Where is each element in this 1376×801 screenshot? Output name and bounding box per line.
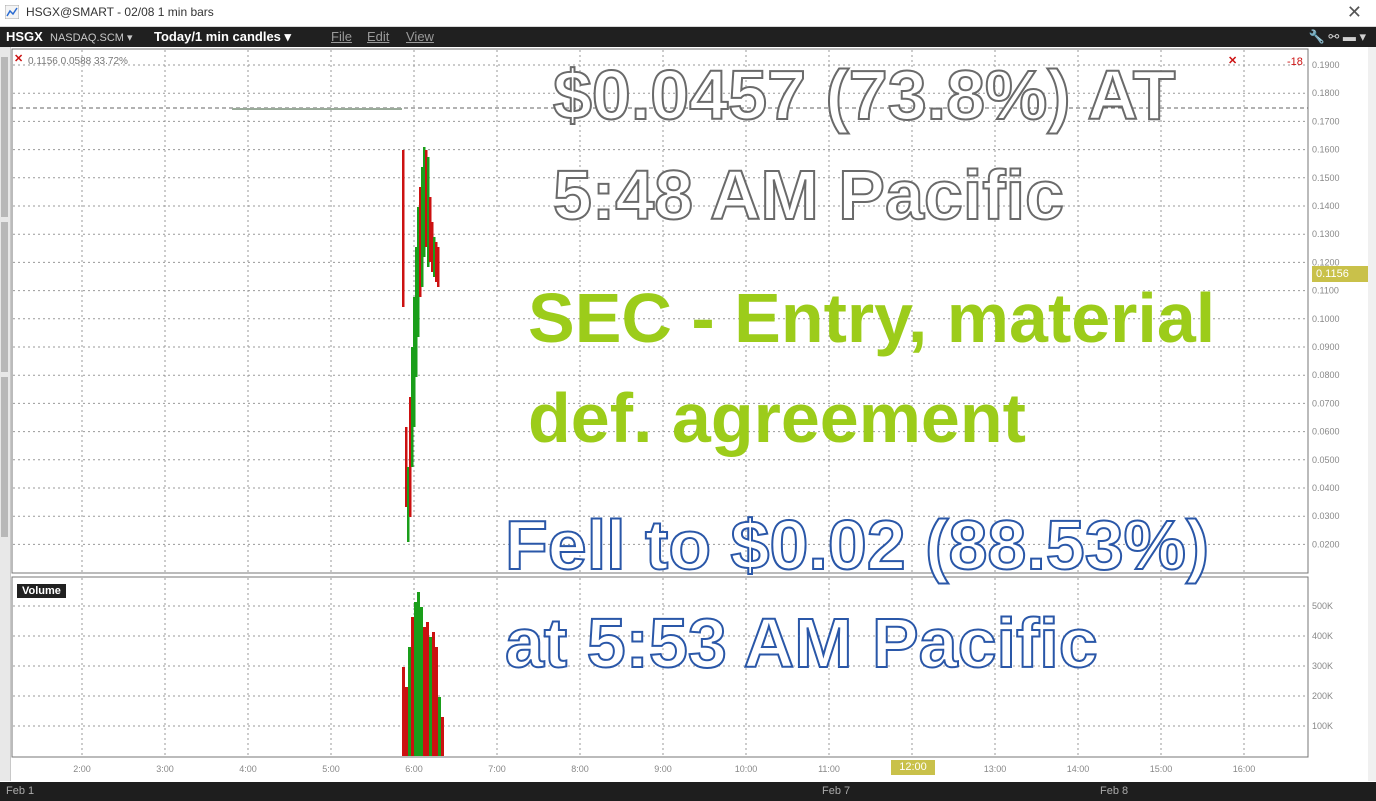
volume-bar	[408, 647, 411, 756]
price-axis: 0.1900 0.1800 0.1700 0.1600 0.1500 0.1400 0.13…	[1312, 60, 1340, 549]
time-tick-label: 2:00	[73, 764, 91, 774]
menu-view[interactable]: View	[406, 29, 434, 44]
price-tick-label: 0.1500	[1312, 173, 1340, 183]
time-tick-label: 5:00	[322, 764, 340, 774]
menu-file[interactable]: File	[331, 29, 352, 44]
left-strip-segment	[1, 222, 8, 372]
chart-toolbar: HSGX NASDAQ.SCM ▾ Today/1 min candles ▾ …	[0, 27, 1376, 47]
volume-panel-label: Volume	[17, 584, 66, 598]
price-tick-label: 0.0700	[1312, 398, 1340, 408]
time-tick-label: 16:00	[1233, 764, 1256, 774]
overlay-line-5: Fell to $0.02 (88.53%)	[504, 506, 1210, 584]
window-titlebar: HSGX@SMART - 02/08 1 min bars ✕	[0, 0, 1376, 27]
time-tick-label: 13:00	[984, 764, 1007, 774]
menu-edit[interactable]: Edit	[367, 29, 389, 44]
panel-close-icon-right[interactable]: ✕	[1228, 54, 1237, 67]
overlay-line-4: def. agreement	[528, 379, 1026, 457]
time-tick-label: 15:00	[1150, 764, 1173, 774]
time-tick-label: 10:00	[735, 764, 758, 774]
price-tick-label: 0.1100	[1312, 286, 1339, 296]
price-tick-label: 0.1300	[1312, 229, 1340, 239]
window-title: HSGX@SMART - 02/08 1 min bars	[26, 5, 214, 19]
nav-label-right: Feb 8	[1100, 785, 1129, 797]
volume-tick-label: 200K	[1312, 691, 1333, 701]
overlay-line-1: $0.0457 (73.8%) AT	[552, 56, 1177, 134]
time-axis: 2:00 3:00 4:00 5:00 6:00 7:00 8:00 9:00 10:00 11:…	[73, 764, 1255, 774]
chart-app-icon	[5, 5, 19, 19]
volume-bar	[417, 592, 420, 756]
candle	[437, 247, 440, 287]
time-tick-label: 6:00	[405, 764, 423, 774]
volume-bar	[429, 637, 432, 756]
overlay-line-6: at 5:53 AM Pacific	[504, 604, 1099, 682]
volume-tick-label: 500K	[1312, 601, 1333, 611]
left-strip-segment	[1, 377, 8, 537]
volume-tick-label: 400K	[1312, 631, 1333, 641]
volume-bar	[405, 687, 408, 756]
price-tick-label: 0.1600	[1312, 145, 1340, 155]
volume-bar	[423, 627, 426, 756]
candle	[402, 150, 405, 307]
time-tick-label: 9:00	[654, 764, 672, 774]
chart-info-line: 0.1156 0.0588 33.72%	[28, 56, 128, 67]
volume-bar	[435, 647, 438, 756]
price-tick-label: 0.0300	[1312, 511, 1340, 521]
volume-bar	[438, 697, 441, 756]
price-tick-label: 0.1400	[1312, 201, 1340, 211]
volume-tick-label: 100K	[1312, 721, 1333, 731]
symbol-label[interactable]: HSGX	[6, 29, 43, 44]
overlay-line-3: SEC - Entry, material	[528, 279, 1216, 357]
price-tick-label: 0.0400	[1312, 483, 1340, 493]
volume-bar	[432, 632, 435, 756]
time-tick-label: 3:00	[156, 764, 174, 774]
price-tick-label: 0.1800	[1312, 88, 1340, 98]
nav-label-mid: Feb 7	[822, 785, 851, 797]
period-dropdown[interactable]: Today/1 min candles ▾	[154, 29, 291, 45]
volume-bar	[420, 607, 423, 756]
toolbar-tools-icons[interactable]: 🔧 ⚯ ▬ ▾	[1309, 29, 1366, 45]
price-tick-label: 0.1000	[1312, 314, 1340, 324]
top-right-marker: -18	[1287, 56, 1303, 68]
price-tick-label: 0.1900	[1312, 60, 1340, 70]
bottom-time-navigator[interactable]: Feb 1 Feb 7 Feb 8	[0, 782, 1376, 801]
volume-bar	[402, 667, 405, 756]
price-tick-label: 0.0600	[1312, 427, 1340, 437]
time-tick-label: 4:00	[239, 764, 257, 774]
volume-axis: 500K 400K 300K 200K 100K	[1312, 601, 1333, 731]
volume-bar	[414, 602, 417, 756]
close-icon[interactable]: ✕	[1347, 2, 1362, 23]
volume-tick-label: 300K	[1312, 661, 1333, 671]
time-tick-label: 8:00	[571, 764, 589, 774]
right-scroll-strip[interactable]	[1368, 47, 1376, 781]
price-tick-label: 0.0200	[1312, 539, 1340, 549]
time-tick-label: 14:00	[1067, 764, 1090, 774]
volume-bar	[426, 622, 429, 756]
price-tick-label: 0.1700	[1312, 116, 1340, 126]
time-cursor-tag: 12:00	[891, 760, 935, 775]
exchange-dropdown[interactable]: NASDAQ.SCM ▾	[50, 31, 133, 44]
price-tick-label: 0.0500	[1312, 455, 1340, 465]
left-strip-segment	[1, 57, 8, 217]
time-tick-label: 7:00	[488, 764, 506, 774]
time-tick-label: 11:00	[818, 764, 840, 774]
close-panel-icon[interactable]: ✕	[14, 52, 23, 65]
volume-bar	[411, 617, 414, 756]
nav-label-left: Feb 1	[6, 785, 35, 797]
overlay-line-2: 5:48 AM Pacific	[552, 156, 1065, 234]
last-price-tag: 0.1156	[1312, 266, 1368, 282]
volume-bar	[441, 717, 444, 756]
price-tick-label: 0.0800	[1312, 370, 1340, 380]
price-tick-label: 0.0900	[1312, 342, 1340, 352]
